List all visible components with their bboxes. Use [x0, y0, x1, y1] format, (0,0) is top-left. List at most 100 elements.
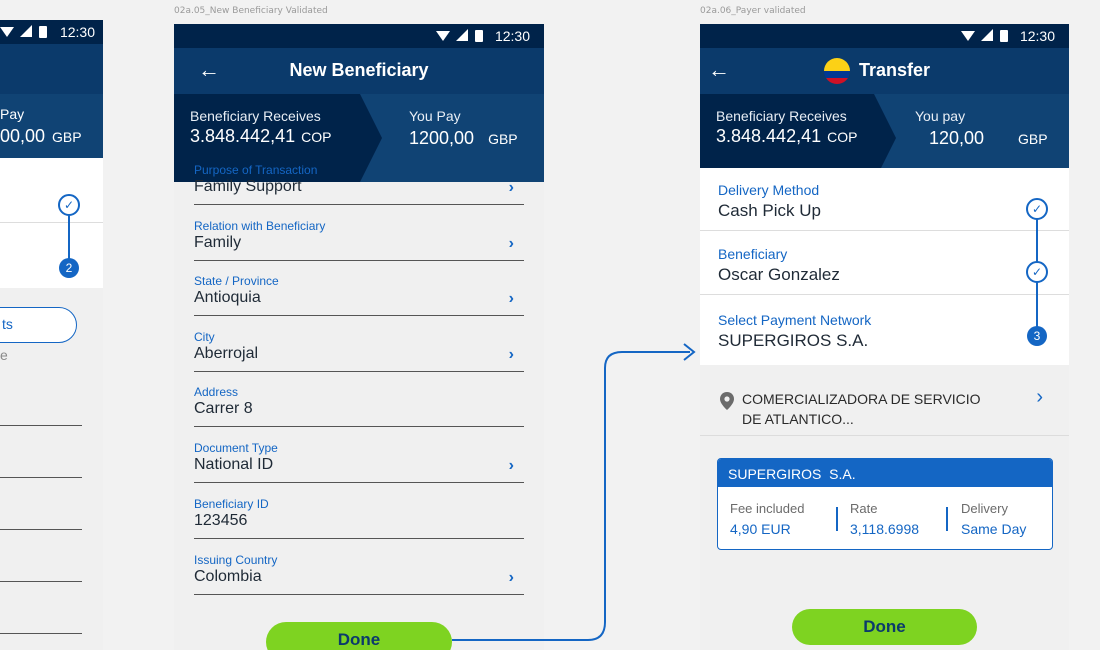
- frame-label-middle: 02a.05_New Beneficiary Validated: [174, 6, 328, 16]
- left-line-5: [0, 633, 82, 634]
- field-value: National ID: [194, 456, 274, 473]
- you-pay-amount: 00,00: [0, 126, 46, 146]
- field-underline: [194, 204, 524, 205]
- field-underline: [194, 538, 524, 539]
- left-line-1: [0, 425, 82, 426]
- field-label: State / Province: [194, 274, 279, 288]
- page-title: Transfer: [859, 60, 931, 80]
- page-title: New Beneficiary: [289, 60, 429, 80]
- status-icons: [436, 29, 488, 48]
- field-value: Family: [194, 234, 242, 251]
- you-pay-amount: 1200,00 GBP: [409, 128, 518, 149]
- left-line-2: [0, 477, 82, 478]
- you-pay-amount-value: 1200,00: [409, 128, 475, 148]
- colombia-flag-icon: [824, 58, 850, 84]
- field-label: Beneficiary ID: [194, 497, 269, 511]
- you-pay-label: You Pay: [409, 108, 461, 124]
- receives-currency: COP: [301, 129, 332, 145]
- summary-arrow: [360, 94, 382, 182]
- status-bar: 12:30: [174, 24, 544, 48]
- field-underline: [194, 315, 524, 316]
- location-pin-icon: [720, 392, 734, 410]
- left-partial-button[interactable]: ts: [0, 307, 77, 343]
- step-label: Beneficiary: [718, 246, 788, 262]
- app-bar: ← Transfer: [700, 48, 1069, 94]
- left-summary: Pay 00,00 GBP: [0, 94, 103, 158]
- you-pay-label: You pay: [915, 108, 966, 124]
- receives-amount-value: 3.848.442,41: [190, 126, 296, 146]
- receives-label: Beneficiary Receives: [716, 108, 847, 124]
- app-bar: ← New Beneficiary: [174, 48, 544, 94]
- fee-label: Fee included: [730, 501, 805, 516]
- step-number-badge: 3: [1027, 326, 1047, 346]
- field-label: City: [194, 330, 215, 344]
- status-icons: [961, 29, 1013, 48]
- fee-value: 4,90 EUR: [730, 521, 791, 537]
- status-icons: [0, 25, 52, 44]
- receives-currency: COP: [827, 129, 858, 145]
- field-value: 123456: [194, 512, 248, 529]
- payment-network-step[interactable]: Select Payment Network SUPERGIROS S.A.: [700, 295, 1069, 365]
- transfer-screen: 12:30 ← Transfer Beneficiary Receives 3.…: [700, 24, 1069, 650]
- card-divider: [836, 507, 838, 531]
- step-label: Delivery Method: [718, 182, 820, 198]
- done-button[interactable]: Done: [266, 622, 452, 650]
- done-button[interactable]: Done: [792, 609, 977, 645]
- left-phone: 12:30 Pay 00,00 GBP ✓ 2 ts e: [0, 20, 103, 650]
- field-label: Address: [194, 385, 239, 399]
- left-text-fragment: e: [0, 347, 8, 363]
- field-underline: [194, 260, 524, 261]
- beneficiary-step[interactable]: Beneficiary Oscar Gonzalez: [700, 231, 1069, 294]
- back-arrow-icon[interactable]: ←: [708, 56, 730, 84]
- rate-value: 3,118.6998: [850, 521, 920, 537]
- chevron-right-icon[interactable]: ›: [509, 569, 514, 587]
- left-appbar: [0, 44, 103, 94]
- check-icon: ✓: [1026, 261, 1048, 283]
- step-value: SUPERGIROS S.A.: [718, 331, 869, 350]
- location-name-line1: COMERCIALIZADORA DE SERVICIO: [742, 391, 981, 407]
- delivery-value: Same Day: [961, 521, 1027, 537]
- you-pay-currency: GBP: [488, 131, 518, 147]
- field-value: Colombia: [194, 568, 262, 585]
- network-card-title: SUPERGIROS S.A.: [728, 466, 856, 482]
- check-icon: ✓: [58, 194, 80, 216]
- field-underline: [194, 594, 524, 595]
- chevron-right-icon[interactable]: ›: [509, 457, 514, 475]
- field-value: Aberrojal: [194, 345, 259, 362]
- chevron-right-icon[interactable]: ›: [509, 346, 514, 364]
- step-value: Cash Pick Up: [718, 201, 821, 220]
- left-button-fragment: ts: [2, 316, 13, 332]
- chevron-right-icon[interactable]: ›: [509, 290, 514, 308]
- left-line-4: [0, 581, 82, 582]
- status-bar: 12:30: [700, 24, 1069, 48]
- status-time: 12:30: [1019, 28, 1055, 44]
- network-card[interactable]: SUPERGIROS S.A. Fee included 4,90 EUR Ra…: [717, 458, 1053, 550]
- left-line-3: [0, 529, 82, 530]
- receives-amount: 3.848.442,41 COP: [190, 126, 331, 147]
- left-step-divider: [0, 222, 103, 223]
- you-pay-amount: 120,00: [929, 128, 985, 148]
- location-divider: [700, 435, 1069, 436]
- status-time: 12:30: [59, 24, 95, 40]
- you-pay-currency: GBP: [1018, 131, 1048, 147]
- step-connector: [68, 214, 70, 262]
- receives-label: Beneficiary Receives: [190, 108, 321, 124]
- field-underline: [194, 482, 524, 483]
- field-value: Carrer 8: [194, 400, 253, 417]
- status-time: 12:30: [494, 28, 530, 44]
- chevron-right-icon[interactable]: ›: [1036, 386, 1043, 409]
- chevron-right-icon[interactable]: ›: [509, 179, 514, 197]
- new-beneficiary-screen: 12:30 ← New Beneficiary Beneficiary Rece…: [174, 24, 544, 650]
- field-value: Antioquia: [194, 289, 261, 306]
- card-divider: [946, 507, 948, 531]
- field-label: Purpose of Transaction: [194, 163, 318, 177]
- step-value: Oscar Gonzalez: [718, 265, 840, 284]
- you-pay-currency: GBP: [52, 129, 82, 145]
- delivery-label: Delivery: [961, 501, 1008, 516]
- frame-label-right: 02a.06_Payer validated: [700, 6, 806, 16]
- pickup-location-row[interactable]: COMERCIALIZADORA DE SERVICIO DE ATLANTIC…: [700, 365, 1069, 435]
- step-label: Select Payment Network: [718, 312, 872, 328]
- delivery-method-step[interactable]: Delivery Method Cash Pick Up: [700, 168, 1069, 230]
- chevron-right-icon[interactable]: ›: [509, 235, 514, 253]
- field-value: Family Support: [194, 178, 302, 195]
